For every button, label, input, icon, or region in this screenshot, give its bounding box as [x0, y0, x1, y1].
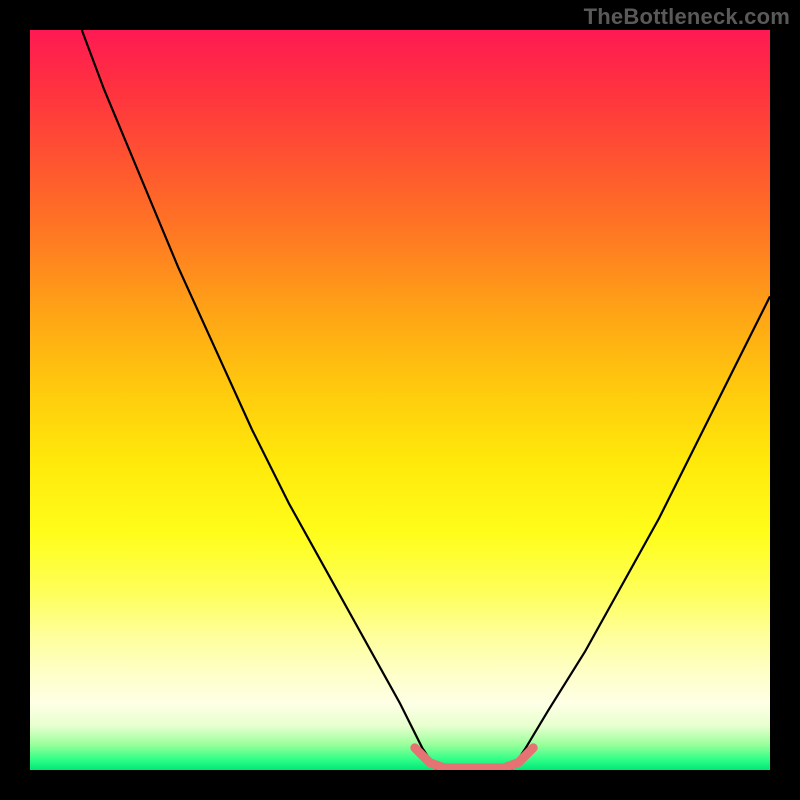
chart-frame: TheBottleneck.com — [0, 0, 800, 800]
optimum-band — [415, 748, 533, 768]
plot-area — [30, 30, 770, 770]
watermark-text: TheBottleneck.com — [584, 4, 790, 30]
bottleneck-curve — [82, 30, 770, 770]
curve-layer — [30, 30, 770, 770]
